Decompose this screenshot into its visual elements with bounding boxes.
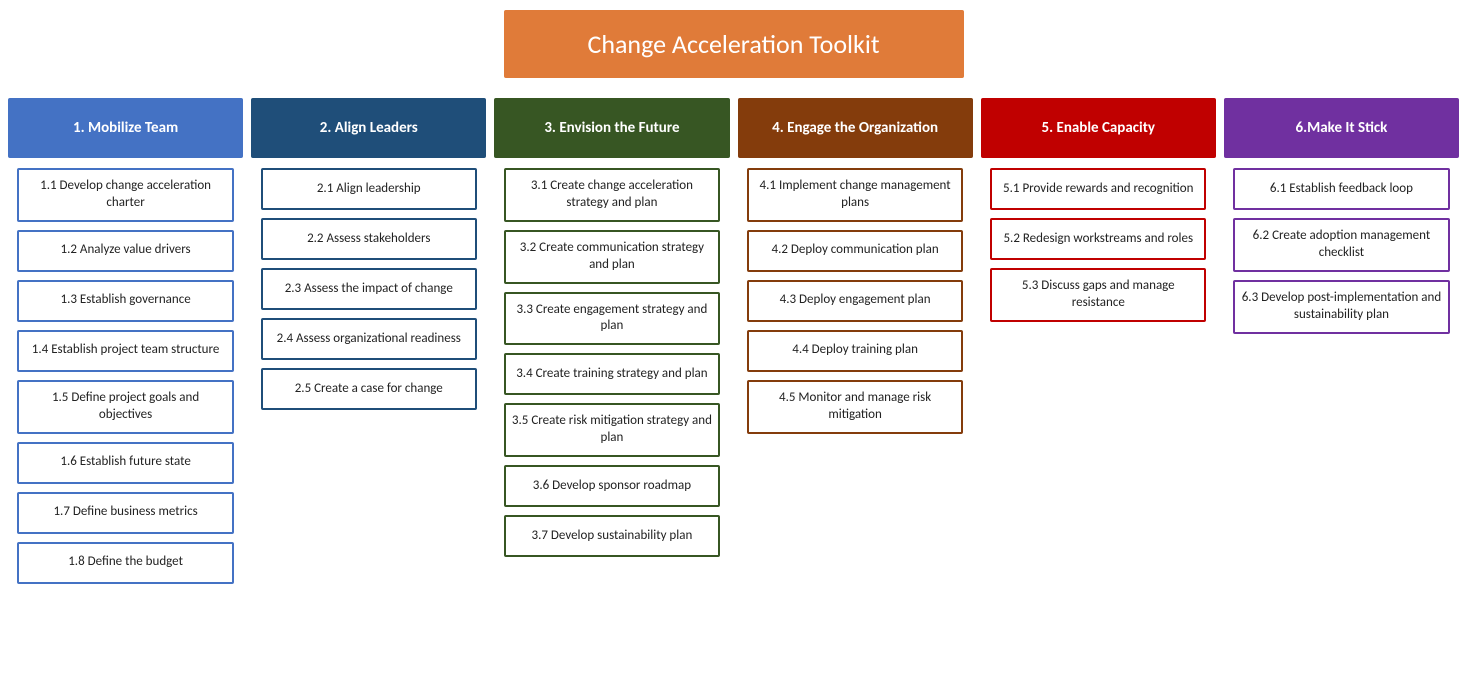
item-box-col3-4[interactable]: 3.5 Create risk mitigation strategy and … — [504, 403, 720, 457]
item-box-col4-1[interactable]: 4.2 Deploy communication plan — [747, 230, 963, 272]
item-box-col1-4[interactable]: 1.5 Define project goals and objectives — [17, 380, 233, 434]
item-box-col1-1[interactable]: 1.2 Analyze value drivers — [17, 230, 233, 272]
item-box-col3-5[interactable]: 3.6 Develop sponsor roadmap — [504, 465, 720, 507]
column-header-col2: 2. Align Leaders — [251, 98, 486, 158]
item-box-col2-4[interactable]: 2.5 Create a case for change — [261, 368, 477, 410]
item-box-col1-0[interactable]: 1.1 Develop change acceleration charter — [17, 168, 233, 222]
item-box-col1-7[interactable]: 1.8 Define the budget — [17, 542, 233, 584]
item-box-col2-0[interactable]: 2.1 Align leadership — [261, 168, 477, 210]
column-col4: 4. Engage the Organization 4.1 Implement … — [738, 98, 973, 442]
item-box-col3-2[interactable]: 3.3 Create engagement strategy and plan — [504, 292, 720, 346]
item-box-col4-4[interactable]: 4.5 Monitor and manage risk mitigation — [747, 380, 963, 434]
item-box-col1-3[interactable]: 1.4 Establish project team structure — [17, 330, 233, 372]
columns-wrapper: 1. Mobilize Team 1.1 Develop change accel… — [8, 98, 1459, 592]
column-header-col6: 6.Make It Stick — [1224, 98, 1459, 158]
item-box-col3-1[interactable]: 3.2 Create communication strategy and pl… — [504, 230, 720, 284]
item-box-col4-0[interactable]: 4.1 Implement change management plans — [747, 168, 963, 222]
item-box-col2-2[interactable]: 2.3 Assess the impact of change — [261, 268, 477, 310]
column-header-col5: 5. Enable Capacity — [981, 98, 1216, 158]
page-wrapper: Change Acceleration Toolkit 1. Mobilize … — [0, 0, 1467, 602]
item-box-col6-1[interactable]: 6.2 Create adoption management checklist — [1233, 218, 1449, 272]
column-header-col3: 3. Envision the Future — [494, 98, 729, 158]
column-col6: 6.Make It Stick 6.1 Establish feedback lo… — [1224, 98, 1459, 342]
item-box-col4-2[interactable]: 4.3 Deploy engagement plan — [747, 280, 963, 322]
item-box-col3-6[interactable]: 3.7 Develop sustainability plan — [504, 515, 720, 557]
item-box-col3-0[interactable]: 3.1 Create change acceleration strategy … — [504, 168, 720, 222]
column-col3: 3. Envision the Future 3.1 Create change … — [494, 98, 729, 565]
item-box-col1-6[interactable]: 1.7 Define business metrics — [17, 492, 233, 534]
column-col2: 2. Align Leaders 2.1 Align leadership 2.2 … — [251, 98, 486, 418]
item-box-col6-0[interactable]: 6.1 Establish feedback loop — [1233, 168, 1449, 210]
item-box-col1-5[interactable]: 1.6 Establish future state — [17, 442, 233, 484]
column-header-col1: 1. Mobilize Team — [8, 98, 243, 158]
page-title: Change Acceleration Toolkit — [504, 10, 964, 78]
item-box-col2-1[interactable]: 2.2 Assess stakeholders — [261, 218, 477, 260]
item-box-col6-2[interactable]: 6.3 Develop post-implementation and sust… — [1233, 280, 1449, 334]
item-box-col5-1[interactable]: 5.2 Redesign workstreams and roles — [990, 218, 1206, 260]
column-col5: 5. Enable Capacity 5.1 Provide rewards an… — [981, 98, 1216, 330]
column-header-col4: 4. Engage the Organization — [738, 98, 973, 158]
item-box-col1-2[interactable]: 1.3 Establish governance — [17, 280, 233, 322]
item-box-col3-3[interactable]: 3.4 Create training strategy and plan — [504, 353, 720, 395]
column-col1: 1. Mobilize Team 1.1 Develop change accel… — [8, 98, 243, 592]
item-box-col5-0[interactable]: 5.1 Provide rewards and recognition — [990, 168, 1206, 210]
item-box-col4-3[interactable]: 4.4 Deploy training plan — [747, 330, 963, 372]
item-box-col5-2[interactable]: 5.3 Discuss gaps and manage resistance — [990, 268, 1206, 322]
item-box-col2-3[interactable]: 2.4 Assess organizational readiness — [261, 318, 477, 360]
